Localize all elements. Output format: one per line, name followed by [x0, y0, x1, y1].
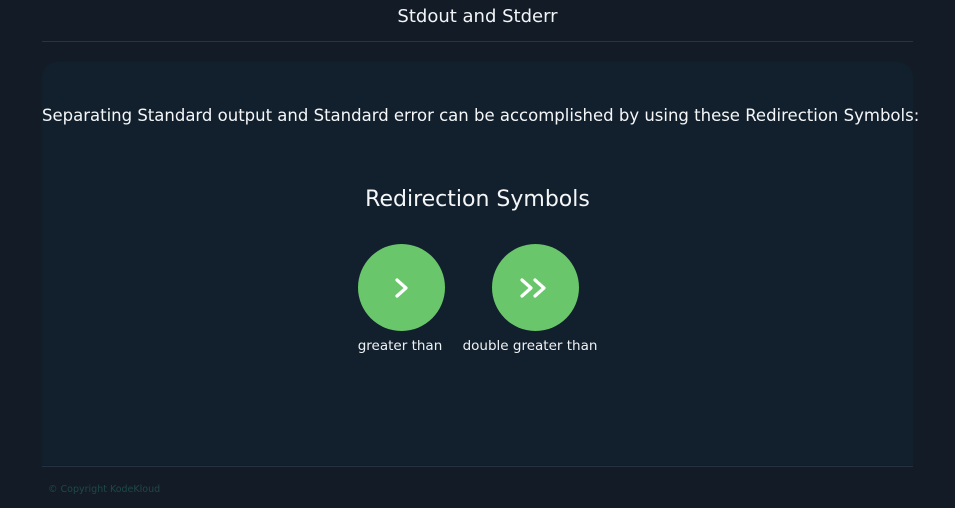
intro-text: Separating Standard output and Standard … [42, 106, 920, 125]
greater-than-icon [391, 275, 413, 301]
title-divider [42, 41, 913, 42]
footer-divider [42, 466, 913, 467]
double-greater-than-caption: double greater than [462, 338, 598, 354]
greater-than-symbol [358, 244, 445, 331]
page-title: Stdout and Stderr [397, 6, 558, 27]
section-heading: Redirection Symbols [365, 187, 590, 212]
double-greater-than-icon [518, 275, 554, 301]
double-greater-than-symbol [492, 244, 579, 331]
copyright-text: © Copyright KodeKloud [48, 484, 161, 495]
